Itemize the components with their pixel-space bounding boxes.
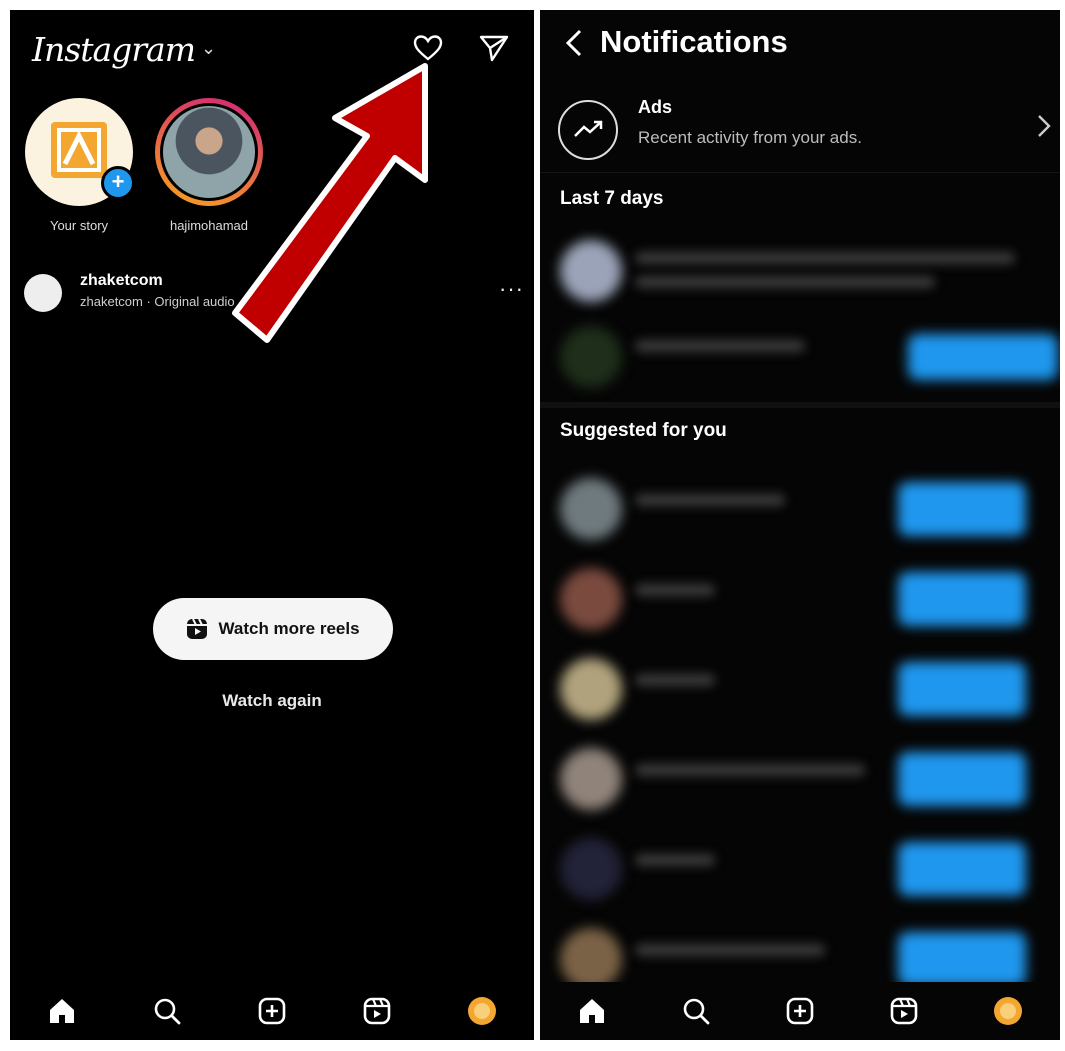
blurred-text: [635, 494, 785, 506]
direct-message-icon[interactable]: [478, 32, 510, 64]
instagram-logo[interactable]: Instagram: [32, 30, 196, 69]
story-avatar: +: [25, 98, 135, 206]
chevron-right-icon[interactable]: [1036, 112, 1052, 140]
list-item[interactable]: [540, 230, 1060, 310]
more-options-icon[interactable]: ···: [499, 276, 524, 302]
reels-icon[interactable]: [887, 994, 921, 1028]
list-item[interactable]: [540, 558, 1060, 638]
chevron-down-icon[interactable]: ⌄: [201, 38, 216, 59]
home-icon[interactable]: [45, 994, 79, 1028]
divider: [540, 402, 1060, 408]
blurred-text: [635, 340, 805, 352]
ads-title: Ads: [638, 97, 673, 117]
blurred-text: [635, 584, 715, 596]
blurred-button[interactable]: [898, 932, 1026, 986]
annotation-arrow: [232, 63, 428, 343]
blurred-text: [635, 252, 1015, 264]
list-item[interactable]: [540, 316, 1060, 396]
blurred-text: [635, 764, 865, 776]
blurred-text: [635, 674, 715, 686]
post-username[interactable]: zhaketcom: [80, 272, 163, 290]
blurred-text: [635, 276, 935, 288]
blurred-button[interactable]: [898, 662, 1026, 716]
blurred-button[interactable]: [908, 334, 1058, 380]
instagram-home-screen: Instagram ⌄ + Your story hajimohamad zha…: [10, 10, 534, 1040]
list-item[interactable]: [540, 648, 1060, 728]
avatar: [560, 748, 622, 810]
blurred-button[interactable]: [898, 482, 1026, 536]
ads-subtitle: Recent activity from your ads.: [638, 128, 862, 147]
add-story-icon[interactable]: +: [101, 166, 135, 200]
search-icon[interactable]: [150, 994, 184, 1028]
page-title: Notifications: [600, 24, 788, 59]
section-heading-suggested: Suggested for you: [560, 420, 727, 441]
ads-row[interactable]: Ads Recent activity from your ads.: [540, 90, 1060, 173]
avatar: [560, 928, 622, 990]
bottom-nav: [540, 982, 1060, 1040]
post-avatar[interactable]: [24, 274, 62, 312]
notifications-screen: Notifications Ads Recent activity from y…: [540, 10, 1060, 1040]
create-icon[interactable]: [783, 994, 817, 1028]
reels-icon[interactable]: [360, 994, 394, 1028]
profile-avatar-icon[interactable]: [991, 994, 1025, 1028]
story-your-story[interactable]: + Your story: [24, 98, 135, 233]
section-heading-last-7-days: Last 7 days: [560, 188, 664, 209]
profile-avatar-icon[interactable]: [465, 994, 499, 1028]
list-item[interactable]: [540, 828, 1060, 908]
avatar: [560, 568, 622, 630]
search-icon[interactable]: [679, 994, 713, 1028]
list-item[interactable]: [540, 468, 1060, 548]
create-icon[interactable]: [255, 994, 289, 1028]
watch-more-reels-label: Watch more reels: [218, 619, 360, 638]
reels-icon: [187, 618, 208, 639]
blurred-button[interactable]: [898, 842, 1026, 896]
home-icon[interactable]: [575, 994, 609, 1028]
list-item[interactable]: [540, 738, 1060, 818]
avatar: [560, 478, 622, 540]
blurred-button[interactable]: [898, 572, 1026, 626]
avatar: [560, 838, 622, 900]
watch-more-reels-button[interactable]: Watch more reels: [153, 598, 393, 660]
blurred-text: [635, 854, 715, 866]
avatar: [560, 240, 622, 302]
story-label: Your story: [49, 218, 109, 233]
avatar: [560, 326, 622, 388]
back-chevron-icon[interactable]: [562, 28, 586, 58]
blurred-text: [635, 944, 825, 956]
blurred-button[interactable]: [898, 752, 1026, 806]
ads-trend-icon: [558, 100, 618, 160]
avatar: [560, 658, 622, 720]
watch-again-button[interactable]: Watch again: [10, 691, 534, 711]
bottom-nav: [10, 982, 534, 1040]
